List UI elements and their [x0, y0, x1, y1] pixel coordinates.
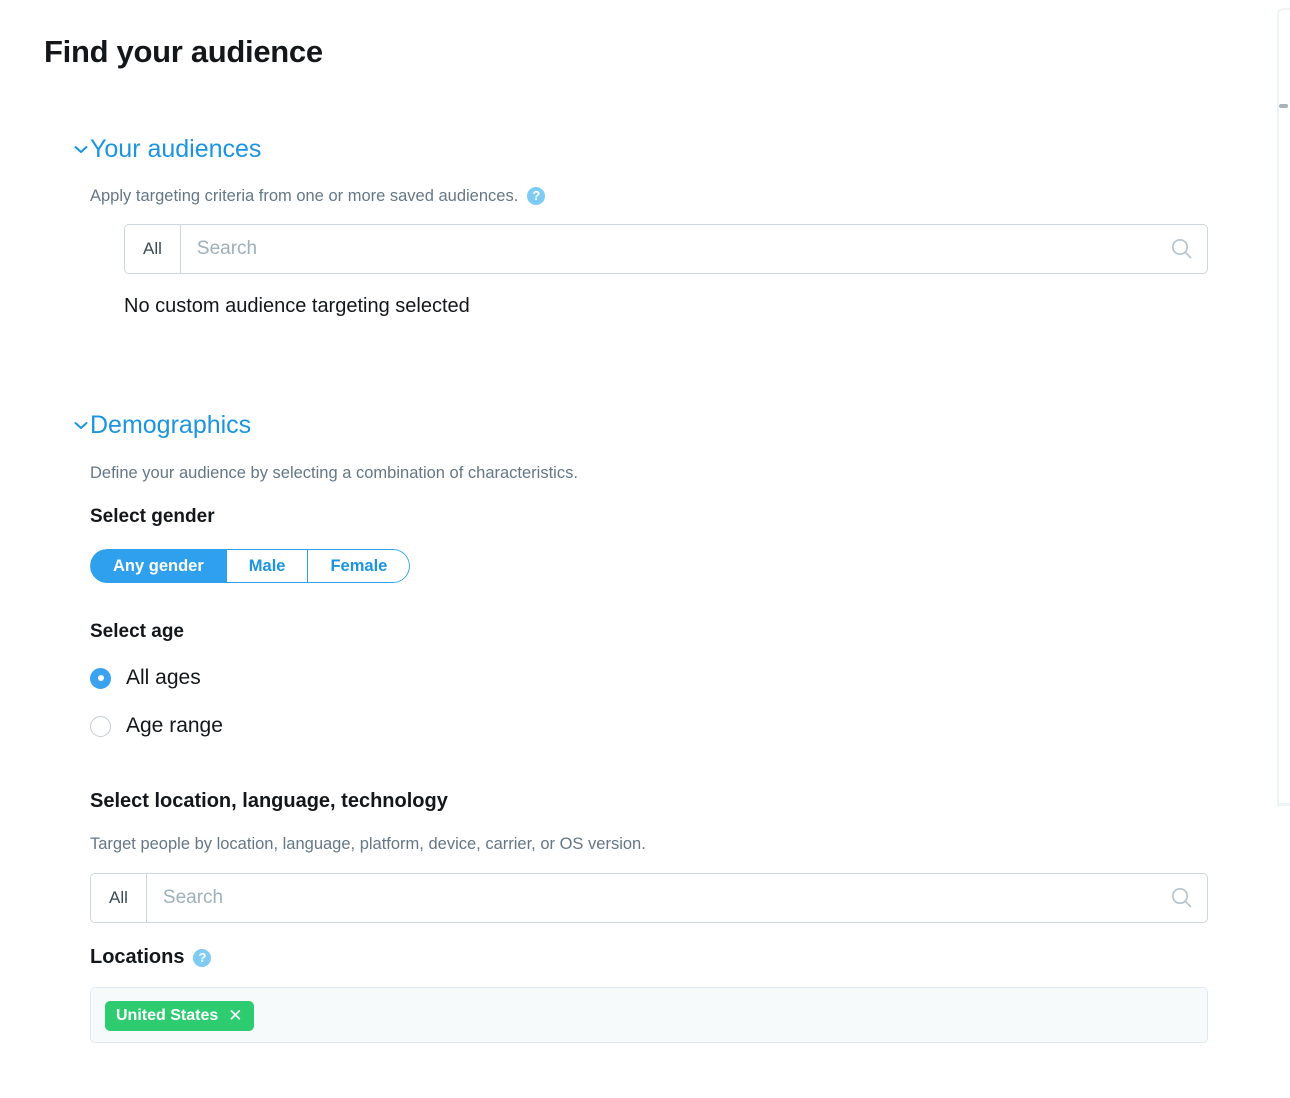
your-audiences-subtitle-row: Apply targeting criteria from one or mor… — [90, 185, 546, 207]
audience-search-placeholder: Search — [196, 238, 258, 259]
audience-search-input[interactable]: Search — [181, 225, 1157, 273]
search-icon[interactable] — [1157, 225, 1207, 273]
locations-token-box[interactable]: United States ✕ — [90, 987, 1208, 1043]
audience-search-scope[interactable]: All — [125, 225, 181, 273]
age-option-age-range[interactable]: Age range — [90, 713, 223, 739]
location-search-bar[interactable]: All Search — [90, 873, 1208, 923]
age-option-all-ages-label: All ages — [126, 666, 201, 689]
select-age-label: Select age — [90, 621, 184, 642]
close-icon[interactable]: ✕ — [228, 1007, 242, 1024]
section-title-your-audiences: Your audiences — [90, 135, 262, 163]
gender-option-female[interactable]: Female — [307, 549, 411, 583]
chevron-down-icon — [72, 416, 90, 434]
locations-label-row: Locations ? — [90, 945, 212, 970]
audience-empty-state: No custom audience targeting selected — [124, 295, 470, 317]
section-header-your-audiences[interactable]: Your audiences — [72, 134, 261, 164]
chevron-down-icon — [72, 140, 90, 158]
search-icon[interactable] — [1157, 874, 1207, 922]
age-option-all-ages[interactable]: All ages — [90, 665, 201, 691]
location-search-placeholder: Search — [162, 887, 224, 908]
section-title-demographics: Demographics — [90, 411, 252, 439]
location-tech-subtitle-row: Target people by location, language, pla… — [90, 833, 646, 855]
gender-option-any-gender[interactable]: Any gender — [90, 549, 226, 583]
help-icon[interactable]: ? — [527, 187, 546, 205]
find-audience-page: Find your audience Your audiences Apply … — [0, 0, 1290, 1098]
location-token-label: United States — [116, 1007, 219, 1024]
age-option-age-range-label: Age range — [126, 714, 223, 737]
help-icon[interactable]: ? — [193, 948, 212, 967]
select-gender-label: Select gender — [90, 506, 215, 527]
locations-label: Locations — [90, 946, 185, 968]
location-search-scope[interactable]: All — [91, 874, 147, 922]
demographics-subtitle: Define your audience by selecting a comb… — [90, 464, 578, 482]
location-tech-subtitle: Target people by location, language, pla… — [90, 835, 646, 853]
panel-right-edge-bottom — [1277, 803, 1290, 806]
your-audiences-subtitle: Apply targeting criteria from one or mor… — [90, 187, 519, 205]
demographics-subtitle-row: Define your audience by selecting a comb… — [90, 462, 578, 484]
location-search-input[interactable]: Search — [147, 874, 1157, 922]
select-location-language-technology-label: Select location, language, technology — [90, 790, 448, 812]
location-token-united-states[interactable]: United States ✕ — [105, 1001, 254, 1031]
section-header-demographics[interactable]: Demographics — [72, 410, 251, 440]
page-title: Find your audience — [44, 34, 323, 69]
vertical-scrollbar-thumb[interactable] — [1279, 104, 1288, 108]
panel-right-edge — [1277, 8, 1290, 806]
gender-toggle-group[interactable]: Any gender Male Female — [90, 549, 411, 583]
radio-icon-unselected — [90, 715, 111, 737]
audience-search-bar[interactable]: All Search — [124, 224, 1208, 274]
radio-icon-selected — [90, 667, 111, 689]
gender-option-male[interactable]: Male — [225, 549, 308, 583]
